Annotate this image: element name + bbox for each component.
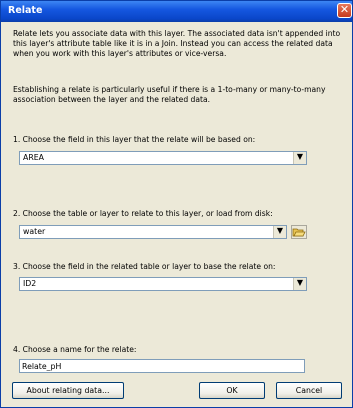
relate-field-dropdown[interactable]: AREA ▼ [19,151,307,165]
title-bar[interactable]: Relate ✕ [1,1,352,22]
relate-field-dropdown-button[interactable]: ▼ [293,152,306,164]
close-button[interactable]: ✕ [337,3,352,18]
related-field-dropdown-button[interactable]: ▼ [293,278,306,290]
related-table-dropdown-button[interactable]: ▼ [273,226,286,238]
related-field-dropdown[interactable]: ID2 ▼ [19,277,307,291]
dialog-title: Relate [8,5,43,16]
chevron-down-icon: ▼ [296,278,304,287]
close-icon: ✕ [339,3,350,16]
load-from-disk-button[interactable] [291,225,307,239]
relate-field-value: AREA [23,153,45,162]
intro-paragraph-2: Establishing a relate is particularly us… [13,85,326,104]
related-table-value: water [23,227,46,236]
relate-name-field[interactable] [19,359,305,373]
cancel-button[interactable]: Cancel [276,382,342,399]
related-field-value: ID2 [23,279,37,288]
relate-dialog: Relate ✕ Relate lets you associate data … [0,0,353,408]
step1-label: 1. Choose the field in this layer that t… [13,135,256,144]
chevron-down-icon: ▼ [296,152,304,161]
intro-paragraph: Relate lets you associate data with this… [13,29,341,58]
chevron-down-icon: ▼ [276,226,284,235]
relate-name-input[interactable] [22,360,300,372]
folder-open-icon [292,228,306,237]
ok-button[interactable]: OK [199,382,265,399]
about-relating-data-button[interactable]: About relating data... [12,382,124,399]
step2-label: 2. Choose the table or layer to relate t… [13,209,273,218]
step3-label: 3. Choose the field in the related table… [13,262,276,271]
step4-label: 4. Choose a name for the relate: [13,345,137,354]
related-table-dropdown[interactable]: water ▼ [19,225,287,239]
